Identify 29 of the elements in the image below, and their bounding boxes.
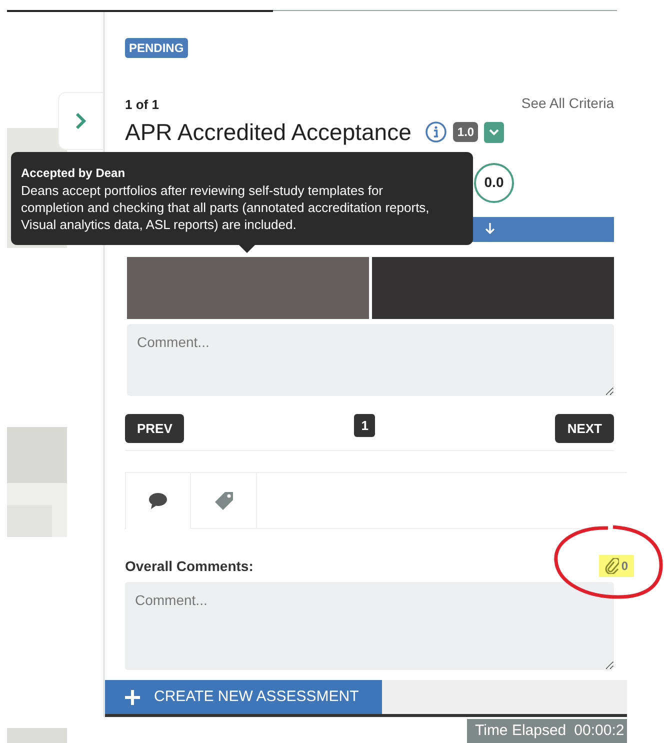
chevron-right-icon	[75, 112, 87, 130]
tab[interactable]	[125, 473, 191, 529]
timer-label: Time Elapsed	[475, 720, 566, 741]
create-assessment-button[interactable]: CREATE NEW ASSESSMENT	[105, 680, 382, 714]
arrow-down-icon	[485, 223, 495, 235]
overall-comments-field[interactable]: Comment...	[125, 582, 614, 670]
chevron-down-icon	[489, 128, 500, 136]
expand-panel-button[interactable]	[58, 92, 104, 150]
dropdown-button[interactable]	[484, 122, 504, 143]
status-badge: PENDING	[125, 38, 188, 58]
overall-comments-label: Overall Comments:	[125, 556, 254, 576]
next-button[interactable]: NEXT	[555, 414, 614, 443]
paperclip-icon	[605, 558, 620, 574]
attachment-count[interactable]: 0	[599, 555, 634, 577]
speech-bubble-icon	[148, 492, 168, 510]
background-panel	[7, 728, 67, 743]
prev-button[interactable]: PREV	[125, 414, 184, 443]
version-badge: 1.0	[453, 122, 478, 142]
timer-value: 00:00:2	[574, 720, 624, 741]
tooltip-text: Deans accept portfolios after reviewing self-study templates for completion and checking that all parts (annotated accreditation reports, Visual analytics data, ASL reports) are included.	[21, 182, 430, 233]
plus-icon	[125, 690, 140, 704]
tooltip-title: Accepted by Dean	[21, 165, 126, 182]
comment-field[interactable]: Comment...	[127, 324, 614, 396]
info-icon[interactable]	[425, 121, 448, 144]
page-number[interactable]: 1	[354, 414, 376, 437]
see-all-criteria-link[interactable]: See All Criteria	[521, 93, 614, 114]
tag-icon	[214, 490, 234, 510]
criterion-title: APR Accredited Acceptance	[125, 118, 412, 147]
criterion-counter: 1 of 1	[125, 96, 159, 114]
